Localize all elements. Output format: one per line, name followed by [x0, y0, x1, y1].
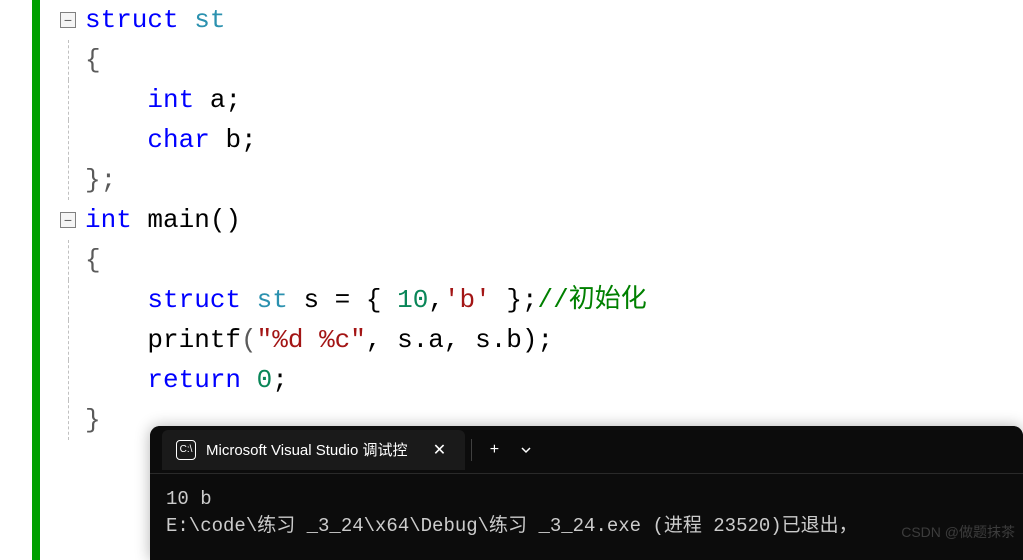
keyword: int	[85, 205, 132, 235]
type-name: st	[257, 285, 288, 315]
comma: ,	[428, 285, 444, 315]
brace: }	[85, 405, 101, 435]
terminal-titlebar[interactable]: C:\ Microsoft Visual Studio 调试控 ✕ +	[150, 426, 1023, 474]
output-line: E:\code\练习 _3_24\x64\Debug\练习 _3_24.exe …	[166, 515, 858, 537]
number-literal: 0	[241, 365, 272, 395]
fold-guide	[68, 320, 69, 360]
watermark: CSDN @做题抹茶	[901, 522, 1015, 542]
fold-guide	[68, 40, 69, 80]
tab-divider	[471, 439, 472, 461]
keyword: struct	[85, 5, 179, 35]
code-editor[interactable]: − struct st { int a; char b; }; − int ma…	[55, 0, 647, 440]
char-literal: 'b'	[444, 285, 491, 315]
fold-guide	[68, 80, 69, 120]
fold-guide	[68, 120, 69, 160]
init-end: };	[491, 285, 538, 315]
fold-guide	[68, 400, 69, 440]
identifier: b;	[210, 125, 257, 155]
fold-guide	[68, 280, 69, 320]
comment: //初始化	[538, 285, 647, 315]
function-call: printf	[147, 325, 241, 355]
type-name: st	[194, 5, 225, 35]
paren-open: (	[241, 325, 257, 355]
fold-toggle-icon[interactable]: −	[60, 12, 76, 28]
chevron-down-icon	[520, 444, 532, 456]
keyword: return	[147, 365, 241, 395]
number-literal: 10	[397, 285, 428, 315]
close-tab-button[interactable]: ✕	[427, 438, 451, 462]
keyword: int	[147, 85, 194, 115]
brace: {	[85, 45, 101, 75]
fold-toggle-icon[interactable]: −	[60, 212, 76, 228]
terminal-tab[interactable]: C:\ Microsoft Visual Studio 调试控 ✕	[162, 430, 465, 470]
console-icon: C:\	[176, 440, 196, 460]
fold-guide	[68, 360, 69, 400]
fold-guide	[68, 240, 69, 280]
fold-guide	[68, 160, 69, 200]
semicolon: ;	[272, 365, 288, 395]
keyword: char	[147, 125, 209, 155]
identifier: a;	[194, 85, 241, 115]
new-tab-button[interactable]: +	[478, 434, 510, 466]
function-signature: main()	[132, 205, 241, 235]
keyword: struct	[147, 285, 241, 315]
tab-dropdown-button[interactable]	[510, 434, 542, 466]
variable-decl: s = {	[288, 285, 397, 315]
terminal-window: C:\ Microsoft Visual Studio 调试控 ✕ + 10 b…	[150, 426, 1023, 560]
arguments: , s.a, s.b);	[366, 325, 553, 355]
terminal-output[interactable]: 10 b E:\code\练习 _3_24\x64\Debug\练习 _3_24…	[150, 474, 1023, 552]
close-brace: };	[85, 165, 116, 195]
change-indicator-bar	[32, 0, 40, 560]
output-line: 10 b	[166, 488, 212, 510]
tab-title: Microsoft Visual Studio 调试控	[206, 439, 407, 460]
brace: {	[85, 245, 101, 275]
string-literal: "%d %c"	[257, 325, 366, 355]
